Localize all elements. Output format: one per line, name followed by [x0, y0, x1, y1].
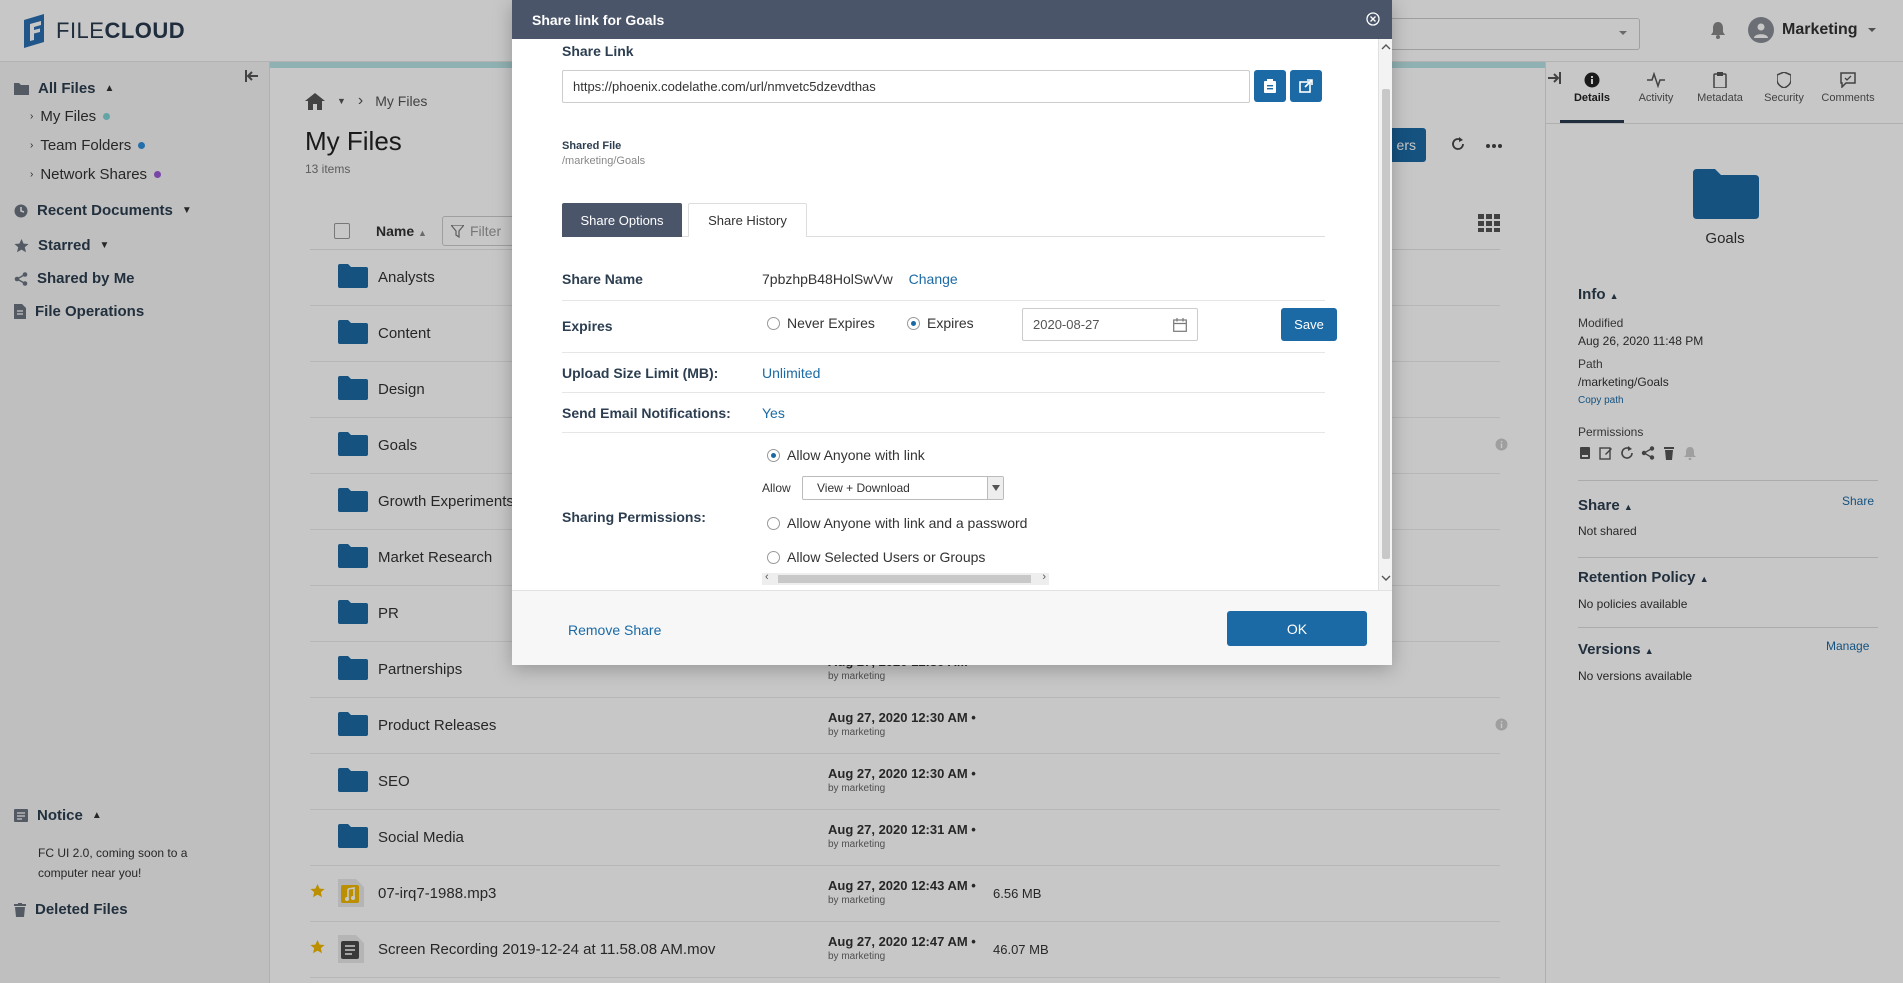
shared-file-path: /marketing/Goals — [562, 155, 646, 167]
tab-share-history[interactable]: Share History — [688, 203, 807, 237]
share-url-input[interactable]: https://phoenix.codelathe.com/url/nmvetc… — [562, 70, 1250, 103]
expiry-date-input[interactable]: 2020-08-27 — [1022, 308, 1198, 341]
scroll-down-icon[interactable] — [1381, 574, 1391, 582]
perm-anyone-radio[interactable] — [767, 448, 780, 462]
perm-selected-radio[interactable] — [767, 550, 780, 564]
perm-password-radio[interactable] — [767, 516, 780, 530]
app: FILECLOUD Marketing All Files ▲ › My Fil… — [0, 0, 1903, 983]
dialog-body: Share Link https://phoenix.codelathe.com… — [512, 39, 1392, 590]
perm-anyone-option[interactable]: Allow Anyone with link — [767, 447, 925, 463]
perm-password-label: Allow Anyone with link and a password — [787, 515, 1028, 531]
vertical-scrollbar[interactable] — [1378, 39, 1392, 590]
dialog-header: Share link for Goals — [512, 0, 1392, 39]
scroll-left-icon[interactable]: ‹ — [765, 571, 769, 583]
email-notifications-link[interactable]: Yes — [762, 405, 785, 421]
never-expires-radio[interactable] — [767, 316, 780, 330]
perm-anyone-label: Allow Anyone with link — [787, 447, 925, 463]
share-tabs: Share Options Share History — [562, 203, 1325, 237]
scroll-up-icon[interactable] — [1381, 43, 1391, 51]
expires-row: Expires Never Expires Expires 2020-08-27… — [562, 301, 1337, 353]
sharing-permissions-row: Sharing Permissions: Allow Anyone with l… — [562, 433, 1325, 590]
shared-file-label: Shared File — [562, 140, 622, 152]
email-notifications-row: Send Email Notifications: Yes — [562, 393, 1325, 433]
expiry-date-value: 2020-08-27 — [1033, 317, 1100, 332]
dialog-footer: Remove Share OK — [512, 590, 1392, 665]
expires-option[interactable]: Expires — [907, 315, 974, 331]
sharing-permissions-label: Sharing Permissions: — [562, 509, 706, 525]
expires-radio[interactable] — [907, 316, 920, 330]
upload-limit-label: Upload Size Limit (MB): — [562, 365, 719, 381]
expires-option-label: Expires — [927, 315, 974, 331]
tab-share-options[interactable]: Share Options — [562, 203, 682, 237]
calendar-icon[interactable] — [1173, 318, 1187, 332]
change-share-name-link[interactable]: Change — [909, 271, 958, 287]
copy-link-button[interactable] — [1254, 70, 1286, 102]
clipboard-icon — [1264, 79, 1276, 93]
save-expiry-button[interactable]: Save — [1281, 308, 1337, 341]
share-url-value: https://phoenix.codelathe.com/url/nmvetc… — [573, 79, 876, 94]
scroll-right-icon[interactable]: › — [1042, 571, 1046, 583]
share-link-dialog: Share link for Goals Share Link https://… — [512, 0, 1392, 665]
perm-selected-option[interactable]: Allow Selected Users or Groups — [767, 549, 985, 565]
dialog-title: Share link for Goals — [532, 11, 665, 28]
external-link-icon — [1299, 79, 1313, 93]
chevron-down-icon[interactable] — [987, 477, 1003, 499]
allow-label: Allow — [762, 481, 791, 495]
share-name-value: 7pbzhpB48HolSwVw Change — [762, 271, 958, 287]
horizontal-scrollbar[interactable]: ‹ › — [762, 571, 1049, 585]
scrollbar-thumb[interactable] — [778, 575, 1031, 583]
ok-button[interactable]: OK — [1227, 611, 1367, 646]
close-icon[interactable] — [1366, 12, 1380, 26]
expires-label: Expires — [562, 318, 613, 334]
perm-password-option[interactable]: Allow Anyone with link and a password — [767, 515, 1027, 531]
email-notifications-label: Send Email Notifications: — [562, 405, 731, 421]
perm-selected-label: Allow Selected Users or Groups — [787, 549, 986, 565]
never-expires-option[interactable]: Never Expires — [767, 315, 875, 331]
scrollbar-thumb[interactable] — [1382, 89, 1390, 559]
allow-permission-select[interactable]: View + Download — [802, 476, 1004, 500]
allow-permission-value: View + Download — [817, 481, 910, 495]
share-name-row: Share Name 7pbzhpB48HolSwVw Change — [562, 261, 1325, 301]
open-link-button[interactable] — [1290, 70, 1322, 102]
share-link-label: Share Link — [562, 43, 634, 59]
upload-limit-link[interactable]: Unlimited — [762, 365, 820, 381]
upload-limit-row: Upload Size Limit (MB): Unlimited — [562, 353, 1325, 393]
share-name-text: 7pbzhpB48HolSwVw — [762, 271, 893, 287]
never-expires-label: Never Expires — [787, 315, 875, 331]
remove-share-button[interactable]: Remove Share — [568, 622, 661, 638]
share-name-label: Share Name — [562, 271, 643, 287]
